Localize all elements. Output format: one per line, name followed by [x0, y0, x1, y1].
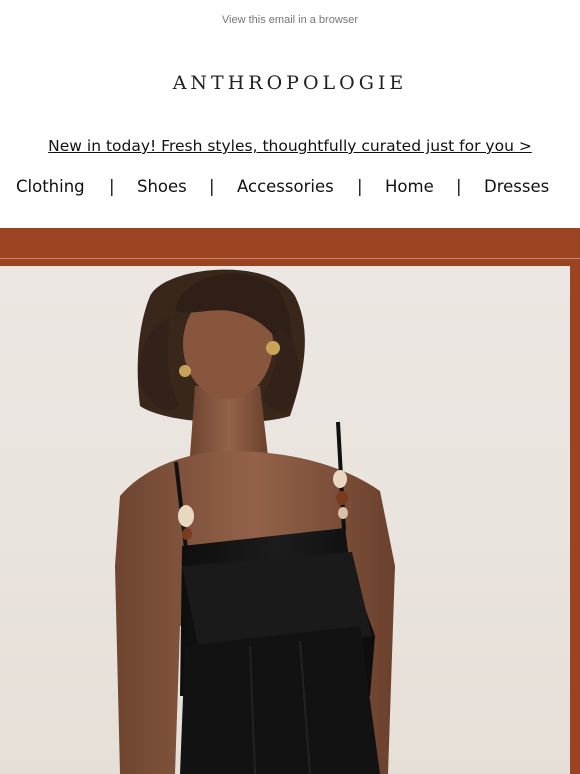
nav-item-shoes[interactable]: Shoes — [137, 177, 187, 196]
brand-logo[interactable]: ANTHROPOLOGIE — [0, 72, 580, 94]
hero-banner[interactable] — [0, 228, 580, 774]
hero-frame-line — [0, 258, 580, 259]
nav-separator: | — [109, 177, 115, 196]
nav-item-clothing[interactable]: Clothing — [16, 177, 85, 196]
category-nav: Clothing | Shoes | Accessories | Home | … — [0, 177, 580, 199]
nav-separator: | — [209, 177, 215, 196]
hero-product-image[interactable] — [0, 266, 570, 774]
earring-left — [179, 365, 191, 377]
nav-item-accessories[interactable]: Accessories — [237, 177, 334, 196]
promo-link[interactable]: New in today! Fresh styles, thoughtfully… — [0, 137, 580, 155]
nav-separator: | — [456, 177, 462, 196]
nav-separator: | — [357, 177, 363, 196]
nav-item-home[interactable]: Home — [385, 177, 434, 196]
nav-item-dresses[interactable]: Dresses — [484, 177, 549, 196]
view-in-browser-link[interactable]: View this email in a browser — [0, 14, 580, 26]
earring-right — [266, 341, 280, 355]
model-illustration — [115, 269, 395, 774]
